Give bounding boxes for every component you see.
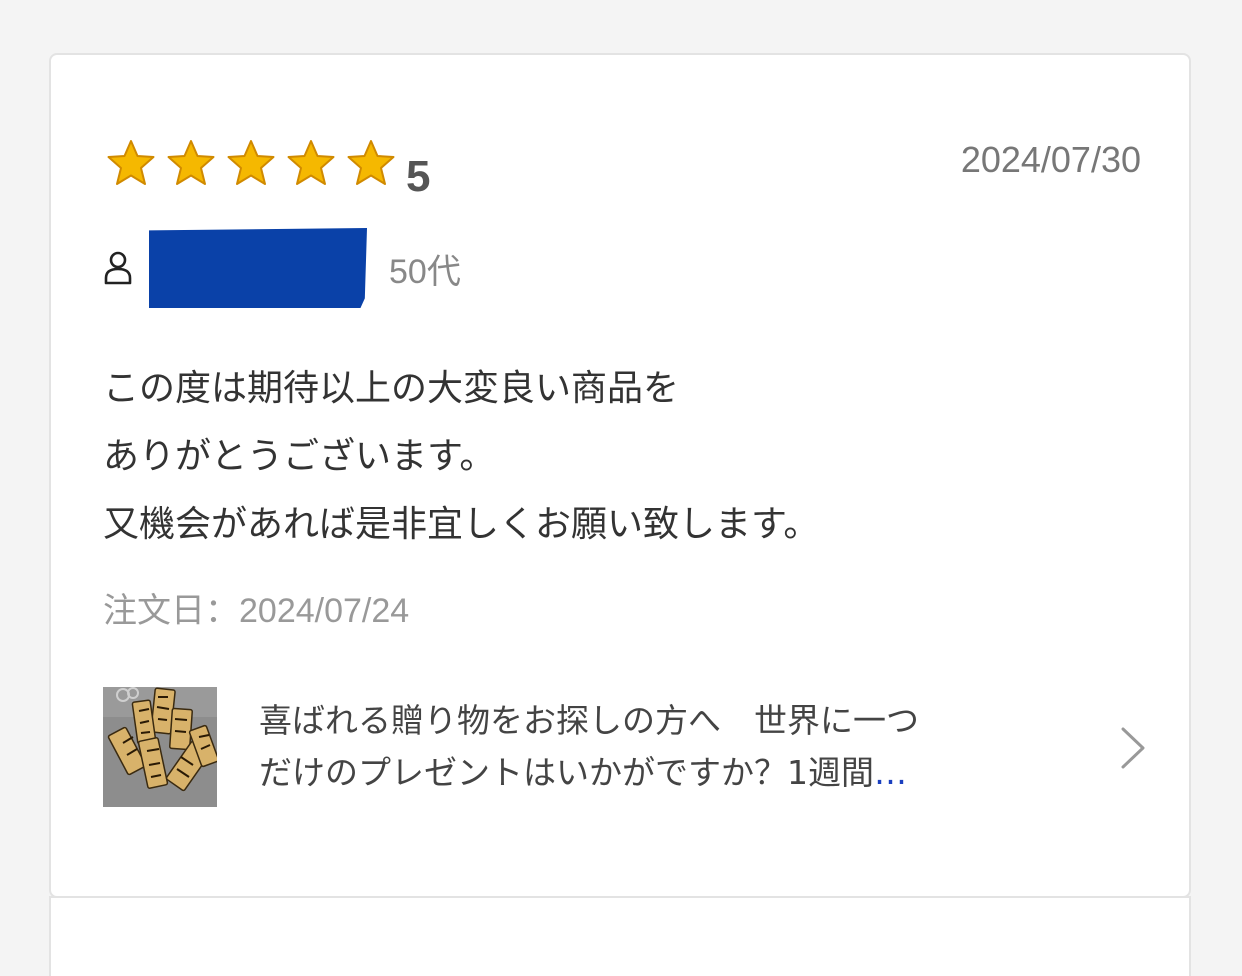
order-date-label: 注文日： (103, 591, 239, 631)
user-icon (104, 251, 132, 285)
order-date: 注文日：2024/07/24 (103, 583, 409, 632)
star-icon (347, 140, 395, 185)
star-icon (167, 140, 215, 185)
review-body-line: この度は期待以上の大変良い商品を (103, 368, 680, 409)
rating-value: 5 (406, 152, 431, 201)
review-body: この度は期待以上の大変良い商品を ありがとうございます。 又機会があれば是非宜し… (103, 355, 819, 559)
product-thumbnail (103, 687, 217, 807)
truncation-ellipsis: … (874, 753, 907, 792)
star-icon (107, 140, 155, 185)
chevron-right-icon[interactable] (1111, 725, 1151, 771)
reviewer-age: 50代 (389, 252, 461, 291)
review-date: 2024/07/30 (960, 139, 1141, 180)
star-icon (227, 140, 275, 185)
product-link[interactable]: 喜ばれる贈り物をお探しの方へ 世界に一つ だけのプレゼントはいかがですか？1週間… (103, 687, 1145, 807)
product-title-line: だけのプレゼントはいかがですか？1週間 (259, 753, 874, 792)
star-rating: 5 (106, 139, 430, 199)
product-title[interactable]: 喜ばれる贈り物をお探しの方へ 世界に一つ だけのプレゼントはいかがですか？1週間… (259, 695, 1039, 799)
review-body-line: ありがとうございます。 (103, 436, 496, 477)
reviewer-name-redacted (149, 228, 367, 308)
review-body-line: 又機会があれば是非宜しくお願い致します。 (103, 504, 820, 545)
next-review-card (49, 896, 1191, 976)
product-title-line: 喜ばれる贈り物をお探しの方へ 世界に一つ (259, 701, 919, 740)
product-thumbnail-image (103, 687, 217, 807)
review-card: 5 2024/07/30 50代 この度は期待以上の大変良い商品を ありがとうご… (49, 53, 1191, 898)
reviewer-info: 50代 (103, 228, 461, 308)
star-icon (287, 140, 335, 185)
order-date-value: 2024/07/24 (239, 592, 410, 630)
